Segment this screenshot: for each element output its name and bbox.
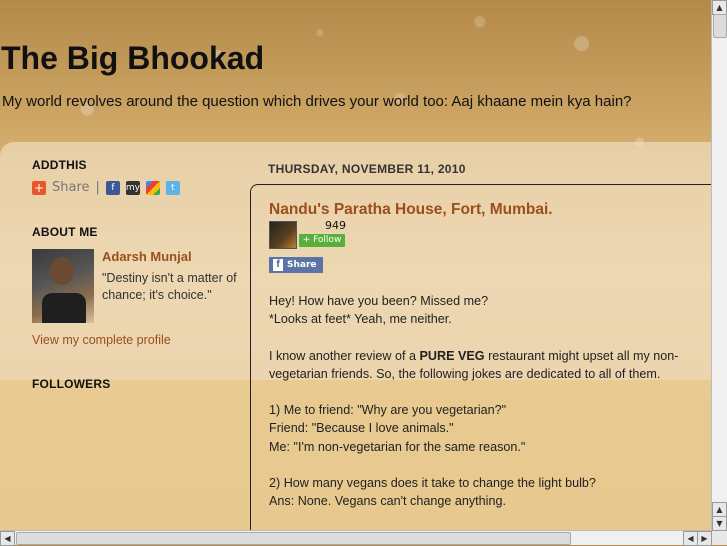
share-row: + Share | f my t (32, 180, 237, 195)
share-plus-icon[interactable]: + (32, 180, 46, 195)
post-line: 1) Me to friend: "Why are you vegetarian… (269, 403, 507, 418)
post-body: Hey! How have you been? Missed me? *Look… (269, 292, 709, 510)
blog-description: My world revolves around the question wh… (2, 93, 632, 110)
facebook-icon[interactable]: f (105, 180, 120, 195)
author-name[interactable]: Adarsh Munjal (102, 249, 237, 264)
facebook-share-label: Share (287, 260, 317, 270)
post-line: Ans: None. Vegans can't change anything. (269, 494, 506, 509)
addthis-widget: ADDTHIS + Share | f my t (32, 158, 237, 195)
followers-widget: FOLLOWERS (32, 377, 237, 391)
addthis-title: ADDTHIS (32, 158, 87, 172)
twitter-icon[interactable]: t (165, 180, 180, 195)
profile: Adarsh Munjal "Destiny isn't a matter of… (32, 249, 237, 323)
scroll-down-icon[interactable]: ▼ (712, 516, 727, 531)
follow-button[interactable]: + Follow (299, 234, 345, 247)
scrollbar-corner (712, 531, 727, 545)
post-line: Friend: "Because I love animals." (269, 421, 454, 436)
post-line: 2) How many vegans does it take to chang… (269, 475, 596, 490)
post-paragraph: I know another review of a PURE VEG rest… (269, 347, 709, 383)
post-text: I know another review of a (269, 348, 420, 363)
myspace-icon[interactable]: my (125, 180, 140, 195)
scroll-up-icon[interactable]: ▲ (712, 0, 727, 15)
follow-thumbnail[interactable] (269, 221, 297, 249)
post-line: Hey! How have you been? Missed me? (269, 294, 489, 308)
profile-text: Adarsh Munjal "Destiny isn't a matter of… (102, 249, 237, 323)
post-bold-text: PURE VEG (419, 348, 485, 363)
horizontal-scrollbar[interactable]: ◀ ◀ ▶ (0, 530, 712, 546)
scroll-left-icon[interactable]: ◀ (683, 531, 698, 546)
facebook-f-icon: f (273, 259, 283, 271)
sidebar: ADDTHIS + Share | f my t ABOUT ME Adarsh… (32, 158, 237, 391)
post-line: *Looks at feet* Yeah, me neither. (269, 312, 452, 327)
post-date: THURSDAY, NOVEMBER 11, 2010 (268, 162, 466, 176)
scroll-up-icon[interactable]: ▲ (712, 502, 727, 517)
share-separator: | (95, 180, 100, 195)
author-quote: "Destiny isn't a matter of chance; it's … (102, 271, 237, 302)
scroll-right-icon[interactable]: ▶ (697, 531, 712, 546)
follow-count: 949 (325, 219, 346, 232)
about-me-title: ABOUT ME (32, 225, 98, 239)
post-line: Me: "I'm non-vegetarian for the same rea… (269, 439, 526, 454)
blog-header: The Big Bhookad My world revolves around… (0, 0, 712, 150)
avatar[interactable] (32, 249, 94, 323)
view-profile-link[interactable]: View my complete profile (32, 333, 237, 347)
follow-widget: 949 + Follow (269, 219, 346, 249)
followers-title: FOLLOWERS (32, 377, 111, 391)
about-me-widget: ABOUT ME Adarsh Munjal "Destiny isn't a … (32, 225, 237, 347)
horizontal-scroll-thumb[interactable] (16, 532, 571, 545)
facebook-share-button[interactable]: f Share (269, 257, 323, 273)
share-link[interactable]: Share (52, 180, 90, 195)
blog-title[interactable]: The Big Bhookad (1, 40, 264, 77)
vertical-scroll-thumb[interactable] (713, 14, 727, 38)
google-icon[interactable] (145, 180, 160, 195)
scroll-left-icon[interactable]: ◀ (0, 531, 15, 546)
vertical-scrollbar[interactable]: ▲ ▲ ▼ (711, 0, 727, 531)
post-title[interactable]: Nandu's Paratha House, Fort, Mumbai. (269, 201, 553, 219)
